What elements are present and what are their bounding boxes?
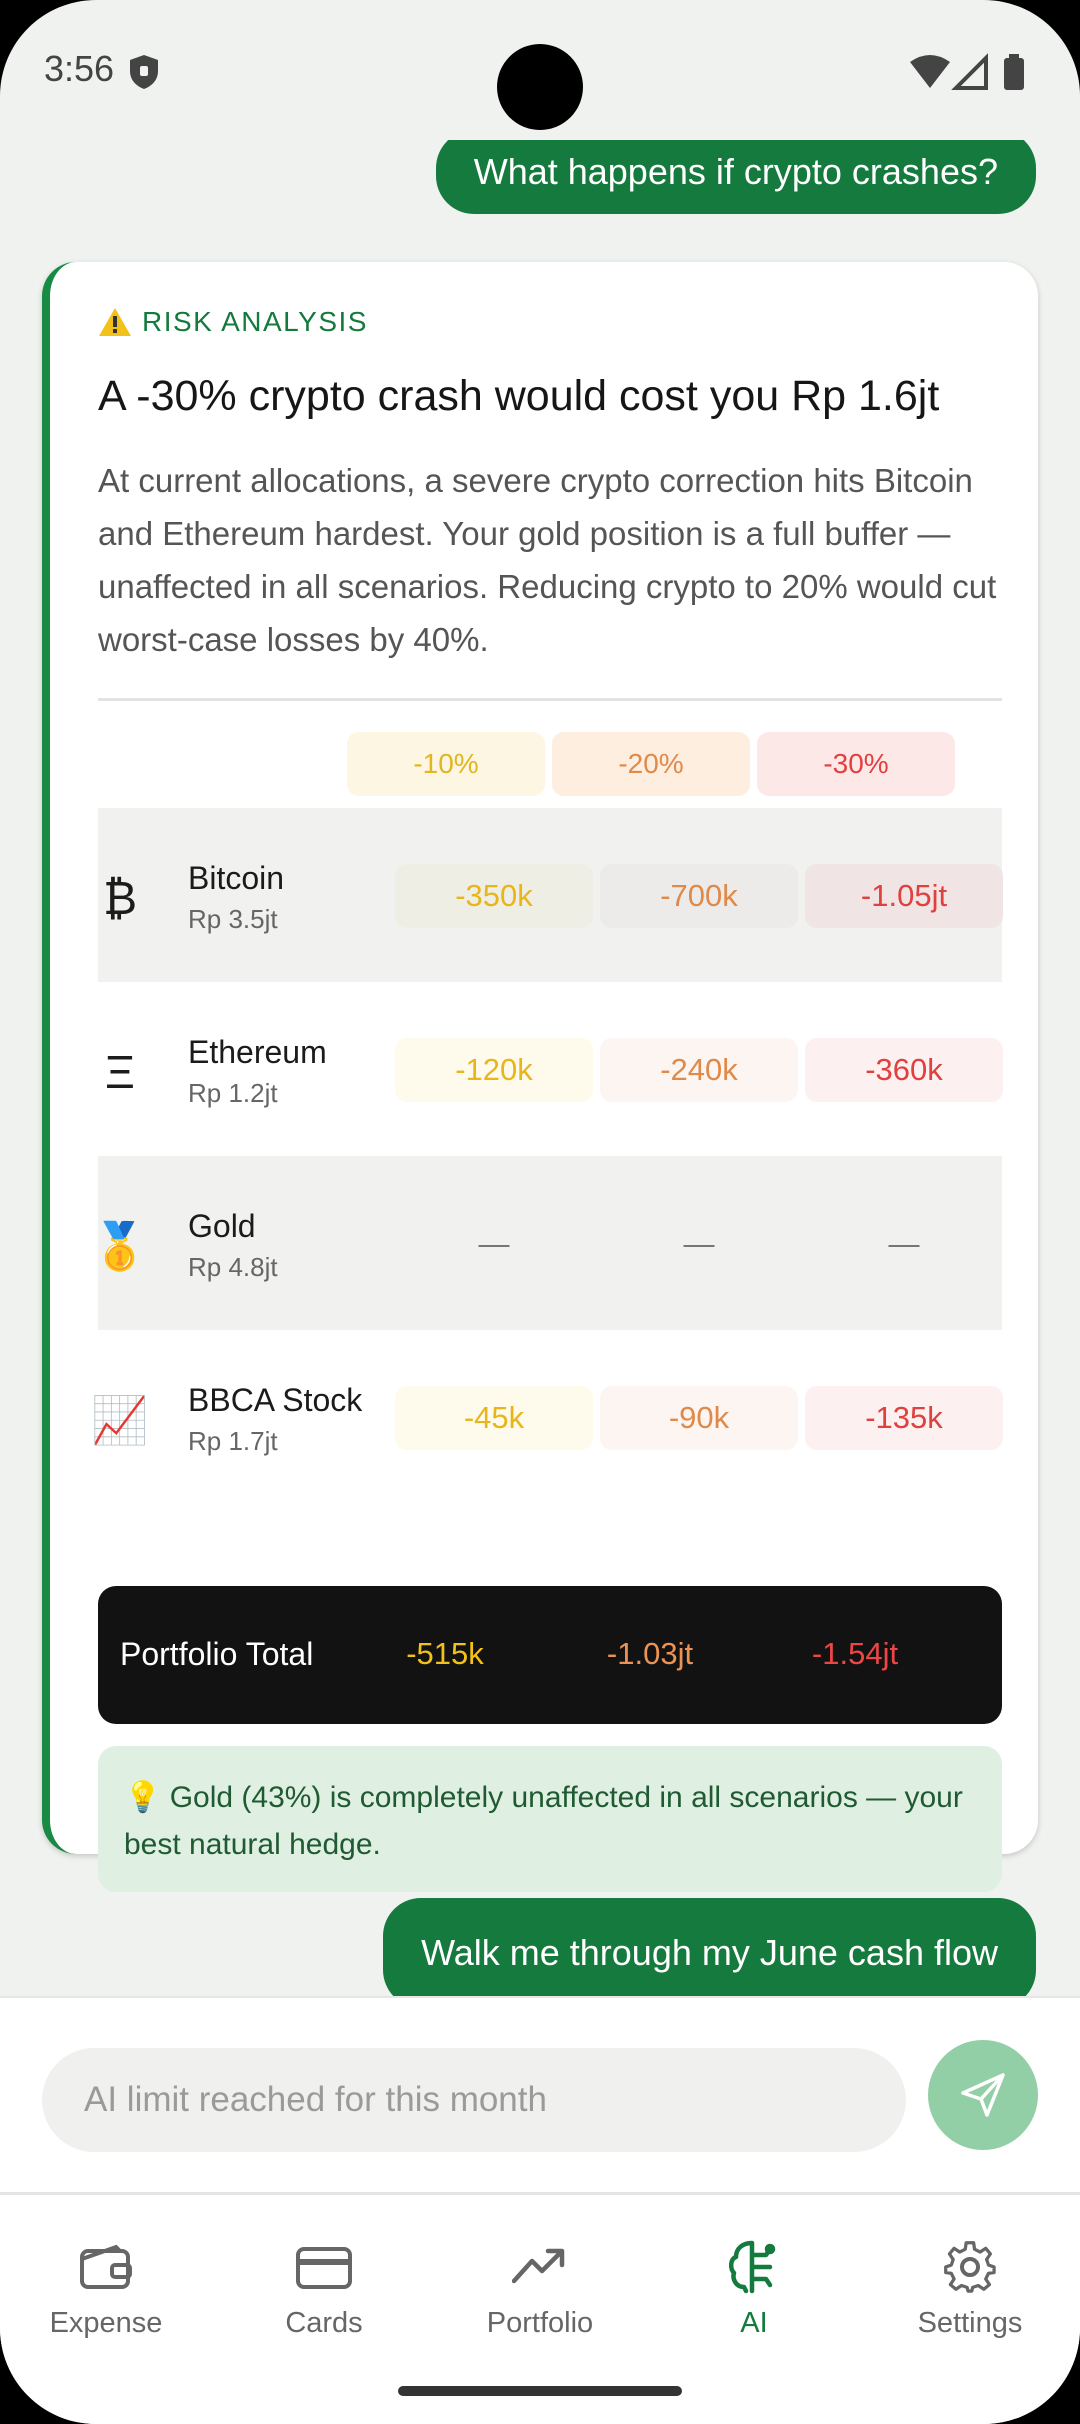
nav-label: AI (740, 2307, 768, 2339)
message-input[interactable] (84, 2048, 884, 2152)
camera-cutout (497, 44, 583, 130)
warning-icon (99, 308, 131, 336)
gear-icon (944, 2241, 996, 2293)
chat-area[interactable]: What happens if crypto crashes? RISK ANA… (0, 140, 1080, 1996)
loss-cell: -700k (600, 864, 798, 928)
card-tag: RISK ANALYSIS (98, 306, 368, 338)
shield-icon (130, 55, 158, 89)
loss-cell: -360k (805, 1038, 1003, 1102)
scenario-header: -30% (757, 732, 955, 796)
nav-label: Cards (285, 2307, 363, 2339)
asset-name: Ethereum (188, 1034, 327, 1070)
chart-up-icon: 📈 (91, 1393, 149, 1446)
asset-name: Gold (188, 1208, 256, 1244)
brain-icon (729, 2240, 776, 2294)
asset-amount: Rp 1.2jt (188, 1078, 278, 1108)
hedge-tip: 💡 Gold (43%) is completely unaffected in… (98, 1746, 1002, 1892)
message-input-wrapper (42, 2048, 906, 2152)
loss-cell: -90k (600, 1386, 798, 1450)
loss-cell: -350k (395, 864, 593, 928)
signal-icon (951, 53, 988, 90)
total-value: -1.54jt (811, 1636, 899, 1671)
loss-cell: — (683, 1226, 715, 1261)
nav-label: Portfolio (486, 2307, 594, 2339)
card-tag-label: RISK ANALYSIS (142, 306, 368, 337)
trending-up-icon (512, 2248, 565, 2284)
battery-icon (1004, 58, 1024, 90)
nav-item-settings[interactable]: Settings (870, 2239, 1070, 2340)
ethereum-icon: Ξ (105, 1046, 135, 1098)
asset-name: BBCA Stock (188, 1382, 363, 1418)
status-time: 3:56 (44, 48, 115, 89)
medal-icon: 🥇 (91, 1219, 149, 1272)
loss-cell: -45k (395, 1386, 593, 1450)
send-button[interactable] (928, 2040, 1038, 2150)
asset-name: Bitcoin (188, 860, 285, 896)
loss-cell: -1.05jt (805, 864, 1003, 928)
asset-amount: Rp 1.7jt (188, 1426, 278, 1456)
asset-row-gold: 🥇 Gold Rp 4.8jt — — — (91, 1156, 1002, 1330)
wallet-icon (80, 2244, 132, 2289)
nav-item-portfolio[interactable]: Portfolio (440, 2239, 640, 2340)
wifi-icon (910, 55, 950, 88)
loss-cell: -120k (395, 1038, 593, 1102)
nav-label: Expense (49, 2307, 163, 2339)
asset-amount: Rp 4.8jt (188, 1252, 278, 1282)
home-indicator[interactable] (398, 2386, 682, 2396)
asset-row-bitcoin: ₿ Bitcoin Rp 3.5jt -350k -700k -1.05jt (98, 808, 1003, 982)
asset-row-ethereum: Ξ Ethereum Rp 1.2jt -120k -240k -360k (98, 982, 1003, 1156)
divider (98, 698, 1002, 701)
asset-row-bbca: 📈 BBCA Stock Rp 1.7jt -45k -90k -135k (91, 1330, 1003, 1504)
card-title: A -30% crypto crash would cost you Rp 1.… (98, 372, 940, 420)
system-icons (910, 53, 1024, 90)
nav-item-ai[interactable]: AI (654, 2239, 854, 2340)
loss-cell: — (478, 1226, 510, 1261)
bitcoin-icon: ₿ (102, 872, 138, 924)
loss-cell: — (888, 1226, 920, 1261)
user-message: What happens if crypto crashes? (435, 140, 1036, 214)
total-label: Portfolio Total (120, 1636, 314, 1672)
portfolio-total-row: Portfolio Total -515k -1.03jt -1.54jt (98, 1586, 1002, 1724)
nav-item-cards[interactable]: Cards (224, 2239, 424, 2340)
composer (0, 1996, 1080, 2192)
card-description: At current allocations, a severe crypto … (98, 462, 997, 658)
total-value: -515k (406, 1636, 484, 1671)
send-icon (961, 2073, 1005, 2117)
nav-label: Settings (917, 2307, 1023, 2339)
nav-item-expense[interactable]: Expense (6, 2239, 206, 2340)
phone-screen: 3:56 What happens if crypto crashes? RIS… (0, 0, 1080, 2424)
user-message: Walk me through my June cash flow (383, 1898, 1036, 1996)
risk-analysis-card: RISK ANALYSIS A -30% crypto crash would … (42, 262, 1038, 1892)
loss-cell: -135k (805, 1386, 1003, 1450)
scenario-header: -10% (347, 732, 545, 796)
asset-amount: Rp 3.5jt (188, 904, 278, 934)
scenario-header: -20% (552, 732, 750, 796)
card-icon (296, 2247, 352, 2289)
loss-cell: -240k (600, 1038, 798, 1102)
total-value: -1.03jt (606, 1636, 694, 1671)
